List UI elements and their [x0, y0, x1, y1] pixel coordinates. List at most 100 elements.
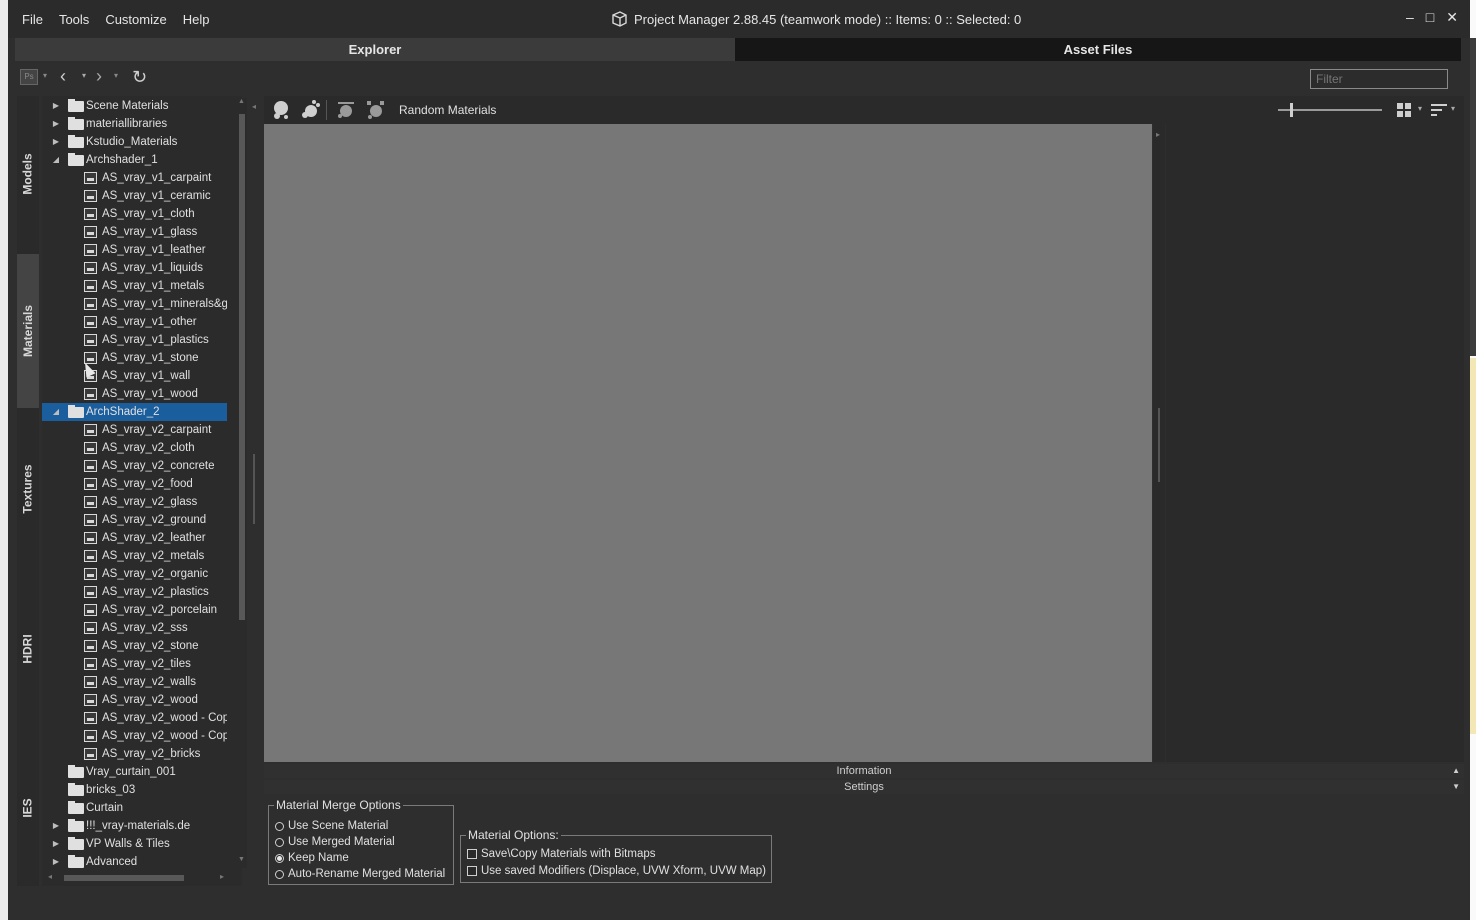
- material-grid-icon[interactable]: [364, 99, 388, 121]
- menu-help[interactable]: Help: [175, 12, 218, 27]
- tree-horizontal-scroll-thumb[interactable]: [64, 875, 184, 881]
- tree-material-item[interactable]: AS_vray_v2_cloth: [42, 439, 227, 457]
- tree-material-item[interactable]: AS_vray_v2_glass: [42, 493, 227, 511]
- save-copy-bitmaps-checkbox[interactable]: [467, 849, 477, 859]
- use-saved-modifiers-option[interactable]: Use saved Modifiers (Displace, UVW Xform…: [467, 863, 766, 879]
- keep-name-radio[interactable]: [275, 853, 284, 863]
- side-tab-models[interactable]: Models: [17, 96, 39, 252]
- tree-material-item[interactable]: AS_vray_v2_metals: [42, 547, 227, 565]
- tree-material-item[interactable]: AS_vray_v1_glass: [42, 223, 227, 241]
- preview-splitter[interactable]: ▸: [1153, 124, 1165, 762]
- tree-folder-item[interactable]: ▶ !!!_vray-materials.de: [42, 817, 227, 835]
- tree-vertical-scrollbar[interactable]: ▲ ▼: [237, 98, 247, 868]
- back-history-dropdown-icon[interactable]: ▾: [82, 71, 86, 80]
- maximize-icon[interactable]: □: [1426, 9, 1434, 26]
- use-merged-material-option[interactable]: Use Merged Material: [275, 834, 395, 850]
- tree-folder-item[interactable]: ◢ ArchShader_2: [42, 403, 227, 421]
- menu-file[interactable]: File: [14, 12, 51, 27]
- tree-material-item[interactable]: AS_vray_v2_sss: [42, 619, 227, 637]
- forward-history-dropdown-icon[interactable]: ▾: [114, 71, 118, 80]
- asset-preview-area[interactable]: [264, 124, 1152, 762]
- menu-tools[interactable]: Tools: [51, 12, 97, 27]
- information-panel-header[interactable]: Information ▲: [264, 764, 1464, 778]
- tree-material-item[interactable]: AS_vray_v2_ground: [42, 511, 227, 529]
- keep-name-option[interactable]: Keep Name: [275, 850, 349, 866]
- back-arrow-icon[interactable]: ‹: [60, 66, 66, 87]
- tree-material-item[interactable]: AS_vray_v2_food: [42, 475, 227, 493]
- tree-material-item[interactable]: AS_vray_v2_wood: [42, 691, 227, 709]
- tree-material-item[interactable]: AS_vray_v2_porcelain: [42, 601, 227, 619]
- material-sphere-icon[interactable]: [270, 99, 294, 121]
- sort-icon[interactable]: [1430, 102, 1448, 118]
- tab-explorer[interactable]: Explorer: [15, 38, 735, 61]
- thumbnail-size-slider-handle[interactable]: [1290, 103, 1293, 117]
- tree-material-item[interactable]: AS_vray_v1_stone: [42, 349, 227, 367]
- tree-material-item[interactable]: AS_vray_v2_organic: [42, 565, 227, 583]
- tree-vertical-scroll-thumb[interactable]: [239, 114, 245, 620]
- collapse-arrow-icon[interactable]: ◢: [51, 403, 61, 421]
- tree-material-item[interactable]: AS_vray_v1_plastics: [42, 331, 227, 349]
- material-spheres-icon[interactable]: [298, 99, 322, 121]
- tree-material-item[interactable]: AS_vray_v1_minerals&gems: [42, 295, 227, 313]
- expand-arrow-icon[interactable]: ▶: [51, 133, 61, 151]
- material-edit-icon[interactable]: [334, 99, 358, 121]
- grid-view-icon[interactable]: [1396, 102, 1414, 118]
- information-expand-icon[interactable]: ▲: [1452, 764, 1460, 778]
- collapse-tree-arrow-icon[interactable]: ◂: [252, 102, 256, 111]
- tree-material-item[interactable]: AS_vray_v2_bricks: [42, 745, 227, 763]
- menu-customize[interactable]: Customize: [97, 12, 174, 27]
- tree-folder-item[interactable]: bricks_03: [42, 781, 227, 799]
- tree-folder-item[interactable]: ▶ materiallibraries: [42, 115, 227, 133]
- tree-horizontal-scrollbar[interactable]: ◂ ▸: [48, 872, 228, 884]
- tree-folder-item[interactable]: ▶ Advanced: [42, 853, 227, 871]
- tab-asset-files[interactable]: Asset Files: [735, 38, 1461, 61]
- tree-folder-item[interactable]: ▶ Kstudio_Materials: [42, 133, 227, 151]
- collapse-arrow-icon[interactable]: ◢: [51, 151, 61, 169]
- scroll-down-icon[interactable]: ▼: [238, 856, 245, 863]
- auto-rename-merged-material-option[interactable]: Auto-Rename Merged Material: [275, 866, 445, 882]
- tree-material-item[interactable]: AS_vray_v1_carpaint: [42, 169, 227, 187]
- tree-material-item[interactable]: AS_vray_v1_leather: [42, 241, 227, 259]
- side-tab-materials[interactable]: Materials: [17, 254, 39, 408]
- auto-rename-merged-material-radio[interactable]: [275, 869, 284, 879]
- scroll-left-icon[interactable]: ◂: [48, 872, 52, 881]
- expand-arrow-icon[interactable]: ▶: [51, 115, 61, 133]
- use-saved-modifiers-checkbox[interactable]: [467, 866, 477, 876]
- tree-splitter[interactable]: ◂: [248, 96, 262, 886]
- tree-material-item[interactable]: AS_vray_v1_other: [42, 313, 227, 331]
- tree-material-item[interactable]: AS_vray_v1_wood: [42, 385, 227, 403]
- tree-folder-item[interactable]: Curtain: [42, 799, 227, 817]
- tree-material-item[interactable]: AS_vray_v2_wood - Copy: [42, 709, 227, 727]
- settings-panel-header[interactable]: Settings ▼: [264, 780, 1464, 794]
- filter-input[interactable]: [1310, 69, 1448, 89]
- side-tab-hdri[interactable]: HDRI: [17, 570, 39, 728]
- breadcrumb-current-folder[interactable]: Random Materials: [399, 103, 496, 117]
- expand-arrow-icon[interactable]: ▶: [51, 817, 61, 835]
- tree-folder-item[interactable]: Vray_curtain_001: [42, 763, 227, 781]
- side-tab-textures[interactable]: Textures: [17, 410, 39, 568]
- save-copy-bitmaps-option[interactable]: Save\Copy Materials with Bitmaps: [467, 846, 655, 862]
- tree-material-item[interactable]: AS_vray_v2_plastics: [42, 583, 227, 601]
- view-dropdown-icon[interactable]: ▾: [1418, 104, 1422, 113]
- expand-arrow-icon[interactable]: ▶: [51, 835, 61, 853]
- tree-material-item[interactable]: AS_vray_v1_metals: [42, 277, 227, 295]
- expand-arrow-icon[interactable]: ▶: [51, 853, 61, 871]
- sort-dropdown-icon[interactable]: ▾: [1451, 104, 1455, 113]
- dropdown-arrow-icon[interactable]: ▾: [43, 71, 47, 80]
- use-merged-material-radio[interactable]: [275, 837, 284, 847]
- minimize-icon[interactable]: ‒: [1406, 9, 1414, 26]
- splitter-grip[interactable]: [253, 454, 255, 524]
- tree-material-item[interactable]: AS_vray_v2_wood - Copy (2: [42, 727, 227, 745]
- preview-splitter-grip[interactable]: [1158, 408, 1160, 482]
- thumbnail-size-slider[interactable]: [1278, 103, 1382, 117]
- tree-material-item[interactable]: AS_vray_v2_tiles: [42, 655, 227, 673]
- tree-material-item[interactable]: AS_vray_v2_stone: [42, 637, 227, 655]
- tree-folder-item[interactable]: ▶ VP Walls & Tiles: [42, 835, 227, 853]
- tree-material-item[interactable]: AS_vray_v2_carpaint: [42, 421, 227, 439]
- tree-folder-item[interactable]: ▶ Scene Materials: [42, 97, 227, 115]
- scroll-right-icon[interactable]: ▸: [220, 872, 224, 881]
- side-tab-ies[interactable]: IES: [17, 730, 39, 886]
- tree-material-item[interactable]: AS_vray_v1_wall: [42, 367, 227, 385]
- tree-material-item[interactable]: AS_vray_v1_liquids: [42, 259, 227, 277]
- tree-material-item[interactable]: AS_vray_v2_leather: [42, 529, 227, 547]
